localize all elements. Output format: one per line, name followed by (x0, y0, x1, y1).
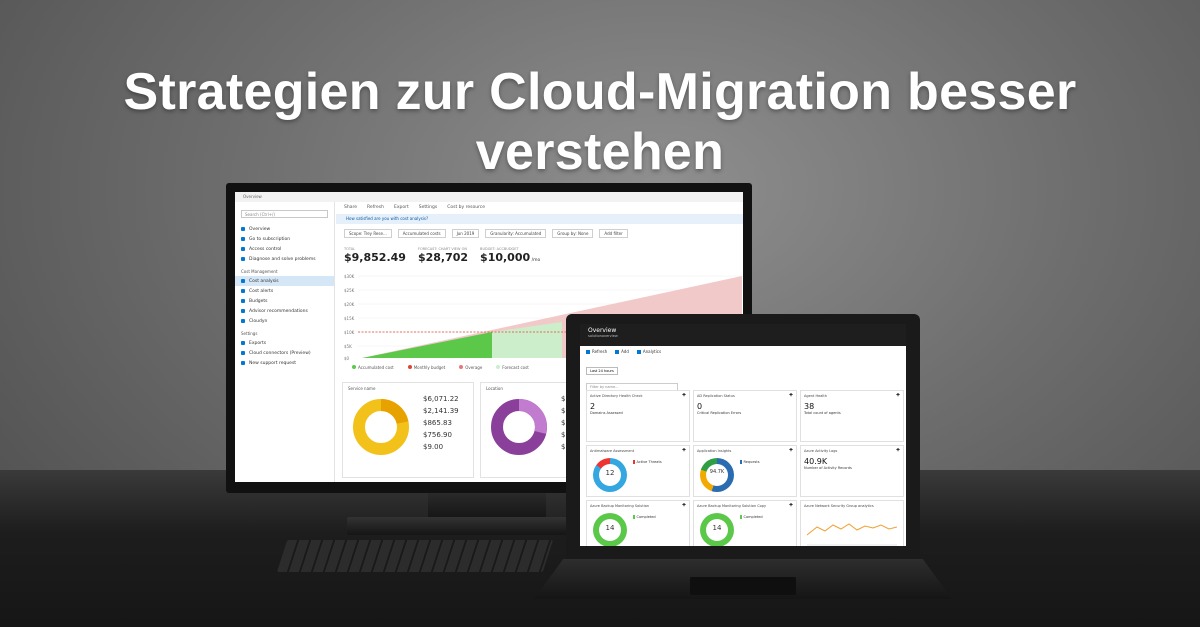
y-tick: $25K (344, 288, 355, 293)
analytics-button[interactable]: Analytics (637, 349, 661, 354)
sidebar-item-subscription[interactable]: Go to subscription (235, 234, 334, 244)
date-filter[interactable]: Jun 2019 (451, 229, 480, 238)
y-tick: $10K (344, 330, 355, 335)
settings-button[interactable]: Settings (419, 205, 437, 211)
backup-ring: 14 (593, 513, 627, 546)
group-by-filter[interactable]: Group by: None (552, 229, 594, 238)
advisor-icon (241, 309, 245, 313)
legend-budget: Monthly budget (407, 365, 445, 370)
tile-backup[interactable]: Azure Backup Monitoring Solution 14 Comp… (586, 500, 690, 546)
log-analytics-overview: Overview solutionoverview Refresh Add An… (580, 324, 906, 546)
overview-header: Overview solutionoverview (580, 324, 906, 346)
legend-forecast: Forecast cost (496, 365, 529, 370)
monitor-stand (428, 493, 546, 519)
sidebar-item-overview[interactable]: Overview (235, 224, 334, 234)
portal-sidebar: Search (Ctrl+/) Overview Go to subscript… (235, 202, 335, 482)
export-icon (241, 341, 245, 345)
sidebar-item-exports[interactable]: Exports (235, 338, 334, 348)
tile-nsg-analytics[interactable]: Azure Network Security Group analytics (800, 500, 904, 546)
sidebar-item-diagnose[interactable]: Diagnose and solve problems (235, 254, 334, 264)
kpi-total: TOTAL $9,852.49 (344, 247, 406, 264)
kpi-row: TOTAL $9,852.49 FORECAST: CHART VIEW ON $2… (336, 243, 743, 264)
tile-app-insights[interactable]: Application Insights 94.7K Requests (693, 445, 797, 497)
chart-legend: Accumulated cost Monthly budget Overage … (352, 365, 529, 370)
antimalware-ring: 12 (593, 458, 627, 492)
tile-ad-replication[interactable]: AD Replication Status 0 Critical Replicati… (693, 390, 797, 442)
keyboard (276, 540, 554, 572)
sidebar-item-advisor[interactable]: Advisor recommendations (235, 306, 334, 316)
headline: Strategien zur Cloud-Migration besser ve… (123, 63, 1077, 181)
view-filter[interactable]: Accumulated costs (397, 229, 446, 238)
y-tick: $20K (344, 302, 355, 307)
scope-filter[interactable]: Scope: Trey Rese... (344, 229, 392, 238)
tile-activity-logs[interactable]: Azure Activity Logs 40.9K Number of Activi… (800, 445, 904, 497)
monitor-base (347, 517, 567, 535)
location-donut (491, 399, 547, 455)
portal-toolbar: Share Refresh Export Settings Cost by re… (336, 202, 743, 214)
budget-icon (241, 299, 245, 303)
service-name-card: Service name $6,071.22 $2,141.39 $865.83 $… (342, 382, 474, 478)
tile-agent-health[interactable]: Agent Health 38 Total count of agents (800, 390, 904, 442)
sidebar-section-settings: Settings (241, 331, 258, 336)
sidebar-item-support[interactable]: New support request (235, 358, 334, 368)
time-range-button[interactable]: Last 24 hours (586, 367, 618, 375)
touchpad (690, 577, 796, 595)
search-input[interactable]: Search (Ctrl+/) (241, 210, 328, 218)
tile-ad-health[interactable]: Active Directory Health Check 2 Domains As… (586, 390, 690, 442)
kpi-forecast: FORECAST: CHART VIEW ON $28,702 (417, 247, 469, 264)
overview-title: Overview (588, 327, 617, 334)
sidebar-item-access[interactable]: Access control (235, 244, 334, 254)
y-tick: $30K (344, 274, 355, 279)
backup-copy-ring: 14 (700, 513, 734, 546)
connector-icon (241, 351, 245, 355)
overview-toolbar: Refresh Add Analytics (580, 346, 906, 357)
add-button[interactable]: Add (615, 349, 629, 354)
nsg-line-chart (807, 523, 897, 546)
share-button[interactable]: Share (344, 205, 357, 211)
service-donut (353, 399, 409, 455)
refresh-button[interactable]: Refresh (586, 349, 607, 354)
cloud-icon (241, 319, 245, 323)
cost-by-resource-button[interactable]: Cost by resource (447, 205, 485, 211)
wrench-icon (241, 257, 245, 261)
tile-antimalware[interactable]: Antimalware Assessment 12 Active Threats (586, 445, 690, 497)
portal-title: Overview (235, 192, 743, 202)
sidebar-item-cost-alerts[interactable]: Cost alerts (235, 286, 334, 296)
chart-icon (241, 279, 245, 283)
legend-accumulated: Accumulated cost (352, 365, 394, 370)
forecast-green-area (492, 322, 562, 358)
sidebar-section-cost: Cost Management (241, 269, 278, 274)
y-tick: $0 (344, 356, 350, 361)
support-icon (241, 361, 245, 365)
refresh-button[interactable]: Refresh (367, 205, 384, 211)
sidebar-item-cost-analysis[interactable]: Cost analysis (235, 276, 334, 286)
laptop: Overview solutionoverview Refresh Add An… (566, 314, 920, 559)
granularity-filter[interactable]: Granularity: Accumulated (485, 229, 547, 238)
overview-subtitle: solutionoverview (588, 334, 618, 338)
sidebar-item-budgets[interactable]: Budgets (235, 296, 334, 306)
y-tick: $15K (344, 316, 355, 321)
tile-backup-copy[interactable]: Azure Backup Monitoring Solution Copy 14… (693, 500, 797, 546)
export-button[interactable]: Export (394, 205, 409, 211)
legend-overage: Overage (459, 365, 482, 370)
filter-bar: Scope: Trey Rese... Accumulated costs Ju… (336, 224, 743, 243)
overview-icon (241, 227, 245, 231)
key-icon (241, 237, 245, 241)
app-insights-ring: 94.7K (700, 458, 734, 492)
solution-tiles: Active Directory Health Check 2 Domains As… (586, 390, 906, 546)
sidebar-item-connectors[interactable]: Cloud connectors (Preview) (235, 348, 334, 358)
alert-icon (241, 289, 245, 293)
sidebar-item-cloudyn[interactable]: Cloudyn (235, 316, 334, 326)
kpi-budget: BUDGET: ACCBUDGET $10,000 /mo (480, 247, 541, 264)
y-tick: $5K (344, 344, 352, 349)
feedback-banner[interactable]: How satisfied are you with cost analysis… (336, 214, 743, 224)
service-values: $6,071.22 $2,141.39 $865.83 $756.90 $9.00 (423, 395, 459, 451)
add-filter-button[interactable]: Add filter (599, 229, 628, 238)
users-icon (241, 247, 245, 251)
